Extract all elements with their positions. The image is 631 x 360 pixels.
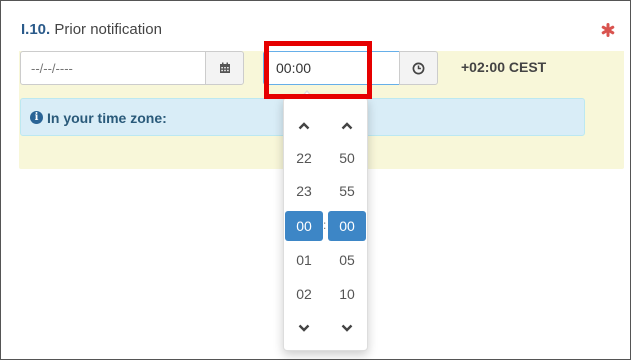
section-title-text: Prior notification <box>54 21 162 38</box>
minute-option[interactable]: 55 <box>328 176 366 206</box>
chevron-down-icon <box>341 324 353 332</box>
timezone-label: +02:00 CEST <box>461 59 547 75</box>
hour-decrement-button[interactable] <box>285 316 323 340</box>
info-text: In your time zone: <box>47 110 167 126</box>
highlight-box <box>264 41 372 99</box>
minute-option-selected[interactable]: 00 <box>328 211 366 241</box>
time-separator: : <box>323 218 327 232</box>
chevron-down-icon <box>298 324 310 332</box>
hour-increment-button[interactable] <box>285 114 323 138</box>
hour-option[interactable]: 23 <box>285 176 323 206</box>
chevron-up-icon <box>341 122 353 130</box>
minute-option[interactable]: 50 <box>328 143 366 173</box>
minute-option[interactable]: 05 <box>328 245 366 275</box>
minute-option[interactable]: 10 <box>328 279 366 309</box>
clock-button[interactable] <box>399 51 438 85</box>
calendar-icon <box>219 62 230 73</box>
required-asterisk-icon <box>601 23 615 37</box>
calendar-button[interactable] <box>205 51 244 85</box>
info-icon: i <box>30 111 43 124</box>
hour-option[interactable]: 01 <box>285 245 323 275</box>
hour-option-selected[interactable]: 00 <box>285 211 323 241</box>
minute-increment-button[interactable] <box>328 114 366 138</box>
hour-option[interactable]: 02 <box>285 279 323 309</box>
time-picker-dropdown: 22 23 00 01 02 : 50 55 00 05 10 <box>283 90 368 351</box>
section-number: I.10. <box>21 21 51 38</box>
chevron-up-icon <box>298 122 310 130</box>
page-frame: I.10. Prior notification --/--/---- 00:0… <box>0 0 631 360</box>
date-input[interactable] <box>20 51 206 85</box>
hour-option[interactable]: 22 <box>285 143 323 173</box>
minute-decrement-button[interactable] <box>328 316 366 340</box>
clock-icon <box>412 62 425 74</box>
section-title: I.10. Prior notification <box>21 21 162 38</box>
